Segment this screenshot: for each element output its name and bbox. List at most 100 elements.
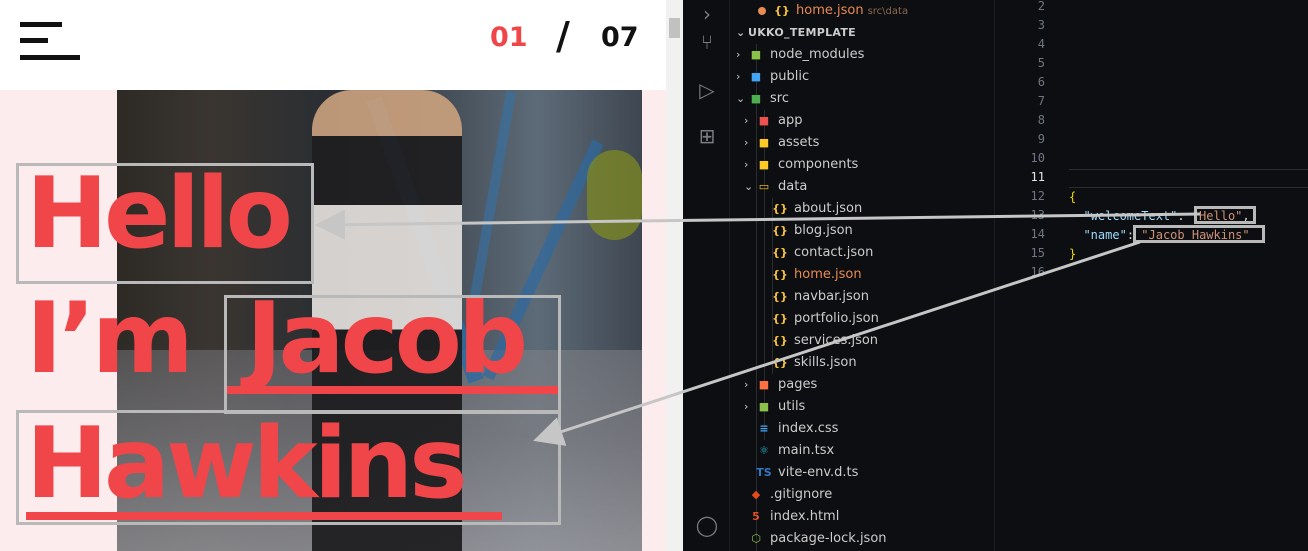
line-number: 2 <box>1037 0 1045 13</box>
explorer-item-label: portfolio.json <box>794 311 879 326</box>
explorer-item-data[interactable]: ⌄ ▭ data <box>744 176 807 198</box>
explorer-item-navbar-json[interactable]: {} navbar.json <box>772 286 869 308</box>
explorer-item-components[interactable]: › ■ components <box>744 154 858 176</box>
preview-scrollbar[interactable] <box>666 0 683 551</box>
explorer-item-about-json[interactable]: {} about.json <box>772 198 862 220</box>
explorer-item-main-tsx[interactable]: ⚛ main.tsx <box>756 440 834 462</box>
explorer-item-contact-json[interactable]: {} contact.json <box>772 242 873 264</box>
code-editor[interactable]: 2 3 4 5 6 7 8 9 10 11 12 13 14 15 16 { "welcomeText": … <box>995 0 1308 551</box>
website-preview: 01 / 07 Hello I’m Jacob Hawkins <box>0 0 666 551</box>
chevron-right-icon: › <box>744 114 749 127</box>
line-number: 3 <box>1037 18 1045 32</box>
explorer-item-label: index.html <box>770 509 840 524</box>
line-number: 5 <box>1037 56 1045 70</box>
json-icon: {} <box>772 202 788 215</box>
activity-bar: › ⑂ ▷ ⊞ ◯ <box>683 0 730 551</box>
explorer-item-label: navbar.json <box>794 289 869 304</box>
highlight-box-name-first <box>224 295 561 414</box>
explorer-item-label: skills.json <box>794 355 857 370</box>
line-number: 15 <box>1030 246 1045 260</box>
explorer-item-label: public <box>770 69 810 84</box>
chevron-right-icon: › <box>744 158 749 171</box>
explorer-item-label: blog.json <box>794 223 853 238</box>
line-number: 7 <box>1037 94 1045 108</box>
explorer-item-services-json[interactable]: {} services.json <box>772 330 878 352</box>
project-root[interactable]: ⌄ UKKO_TEMPLATE <box>736 22 856 44</box>
explorer-item-label: contact.json <box>794 245 874 260</box>
slide-counter-separator: / <box>556 14 570 58</box>
hamburger-menu-icon[interactable] <box>20 22 82 62</box>
explorer-item-utils[interactable]: › ■ utils <box>744 396 805 418</box>
folder-icon: ■ <box>758 400 770 413</box>
explorer-item-gitignore[interactable]: ◆ .gitignore <box>748 484 832 506</box>
chevron-down-icon: ⌄ <box>736 26 746 39</box>
explorer-item-label: main.tsx <box>778 443 835 458</box>
chevron-right-icon: › <box>744 378 749 391</box>
line-number: 11 <box>1030 170 1045 184</box>
explorer-item-index-html[interactable]: 5 index.html <box>748 506 839 528</box>
explorer-item-portfolio-json[interactable]: {} portfolio.json <box>772 308 879 330</box>
folder-app-icon: ■ <box>758 114 770 127</box>
extensions-icon[interactable]: ⊞ <box>695 124 719 148</box>
highlight-box-welcome-value <box>1194 206 1256 224</box>
chevron-down-icon: ⌄ <box>736 92 746 105</box>
code-line-15[interactable]: } <box>1069 245 1076 264</box>
code-editor-window: › ⑂ ▷ ⊞ ◯ {} home.json src\data ⌄ UKKO_TEMP… <box>683 0 1308 551</box>
explorer-item-label: services.json <box>794 333 879 348</box>
explorer-item-index-css[interactable]: ≡ index.css <box>756 418 838 440</box>
highlight-box-greeting <box>16 163 314 284</box>
explorer-item-label: src <box>770 91 789 106</box>
slide-counter-total: 07 <box>601 22 639 53</box>
explorer-item-label: utils <box>778 399 806 414</box>
highlight-box-name-last <box>16 410 561 525</box>
explorer-item-package-lock-json[interactable]: ⬡ package-lock.json <box>748 528 886 550</box>
line-number: 8 <box>1037 113 1045 127</box>
json-icon: {} <box>772 268 788 281</box>
explorer-item-app[interactable]: › ■ app <box>744 110 802 132</box>
folder-node-icon: ■ <box>750 48 762 61</box>
explorer-item-blog-json[interactable]: {} blog.json <box>772 220 853 242</box>
line-number: 6 <box>1037 75 1045 89</box>
slide-counter-current: 01 <box>490 22 528 53</box>
explorer-item-label: app <box>778 113 803 128</box>
explorer-item-label: assets <box>778 135 820 150</box>
explorer-item-pages[interactable]: › ■ pages <box>744 374 817 396</box>
site-header: 01 / 07 <box>0 0 666 90</box>
search-icon[interactable]: › <box>695 2 719 26</box>
chevron-right-icon: › <box>744 400 749 413</box>
explorer-item-home-json[interactable]: {} home.json <box>772 264 861 286</box>
source-control-icon[interactable]: ⑂ <box>695 30 719 54</box>
line-number: 14 <box>1030 227 1045 241</box>
explorer-item-assets[interactable]: › ■ assets <box>744 132 819 154</box>
explorer-item-label: .gitignore <box>770 487 833 502</box>
explorer-item-skills-json[interactable]: {} skills.json <box>772 352 857 374</box>
open-editor-home-json[interactable]: {} home.json src\data <box>758 0 908 22</box>
json-icon: {} <box>772 312 788 325</box>
line-number: 12 <box>1030 189 1045 203</box>
scrollbar-thumb[interactable] <box>669 18 680 38</box>
account-icon[interactable]: ◯ <box>695 513 719 537</box>
react-icon: ⚛ <box>759 444 769 457</box>
json-icon: {} <box>772 246 788 259</box>
explorer-item-node-modules[interactable]: › ■ node_modules <box>736 44 864 66</box>
code-line-12[interactable]: { <box>1069 188 1076 207</box>
json-icon: {} <box>772 290 788 303</box>
explorer-item-public[interactable]: › ■ public <box>736 66 809 88</box>
json-icon: {} <box>772 224 788 237</box>
explorer-item-src[interactable]: ⌄ ■ src <box>736 88 789 110</box>
folder-open-icon: ▭ <box>758 180 770 193</box>
html-icon: 5 <box>752 510 760 523</box>
folder-icon: ■ <box>758 378 770 391</box>
explorer-item-label: components <box>778 157 859 172</box>
chevron-right-icon: › <box>736 48 741 61</box>
explorer-item-label: about.json <box>794 201 863 216</box>
file-explorer: {} home.json src\data ⌄ UKKO_TEMPLATE › ■ nod… <box>730 0 995 551</box>
run-debug-icon[interactable]: ▷ <box>695 78 719 102</box>
highlight-box-name-value <box>1133 225 1265 243</box>
explorer-item-vite-env-d-ts[interactable]: TS vite-env.d.ts <box>756 462 858 484</box>
explorer-item-label: vite-env.d.ts <box>778 465 859 480</box>
json-icon: {} <box>772 334 788 347</box>
folder-public-icon: ■ <box>750 70 762 83</box>
typescript-icon: TS <box>756 466 772 479</box>
line-number: 9 <box>1037 132 1045 146</box>
